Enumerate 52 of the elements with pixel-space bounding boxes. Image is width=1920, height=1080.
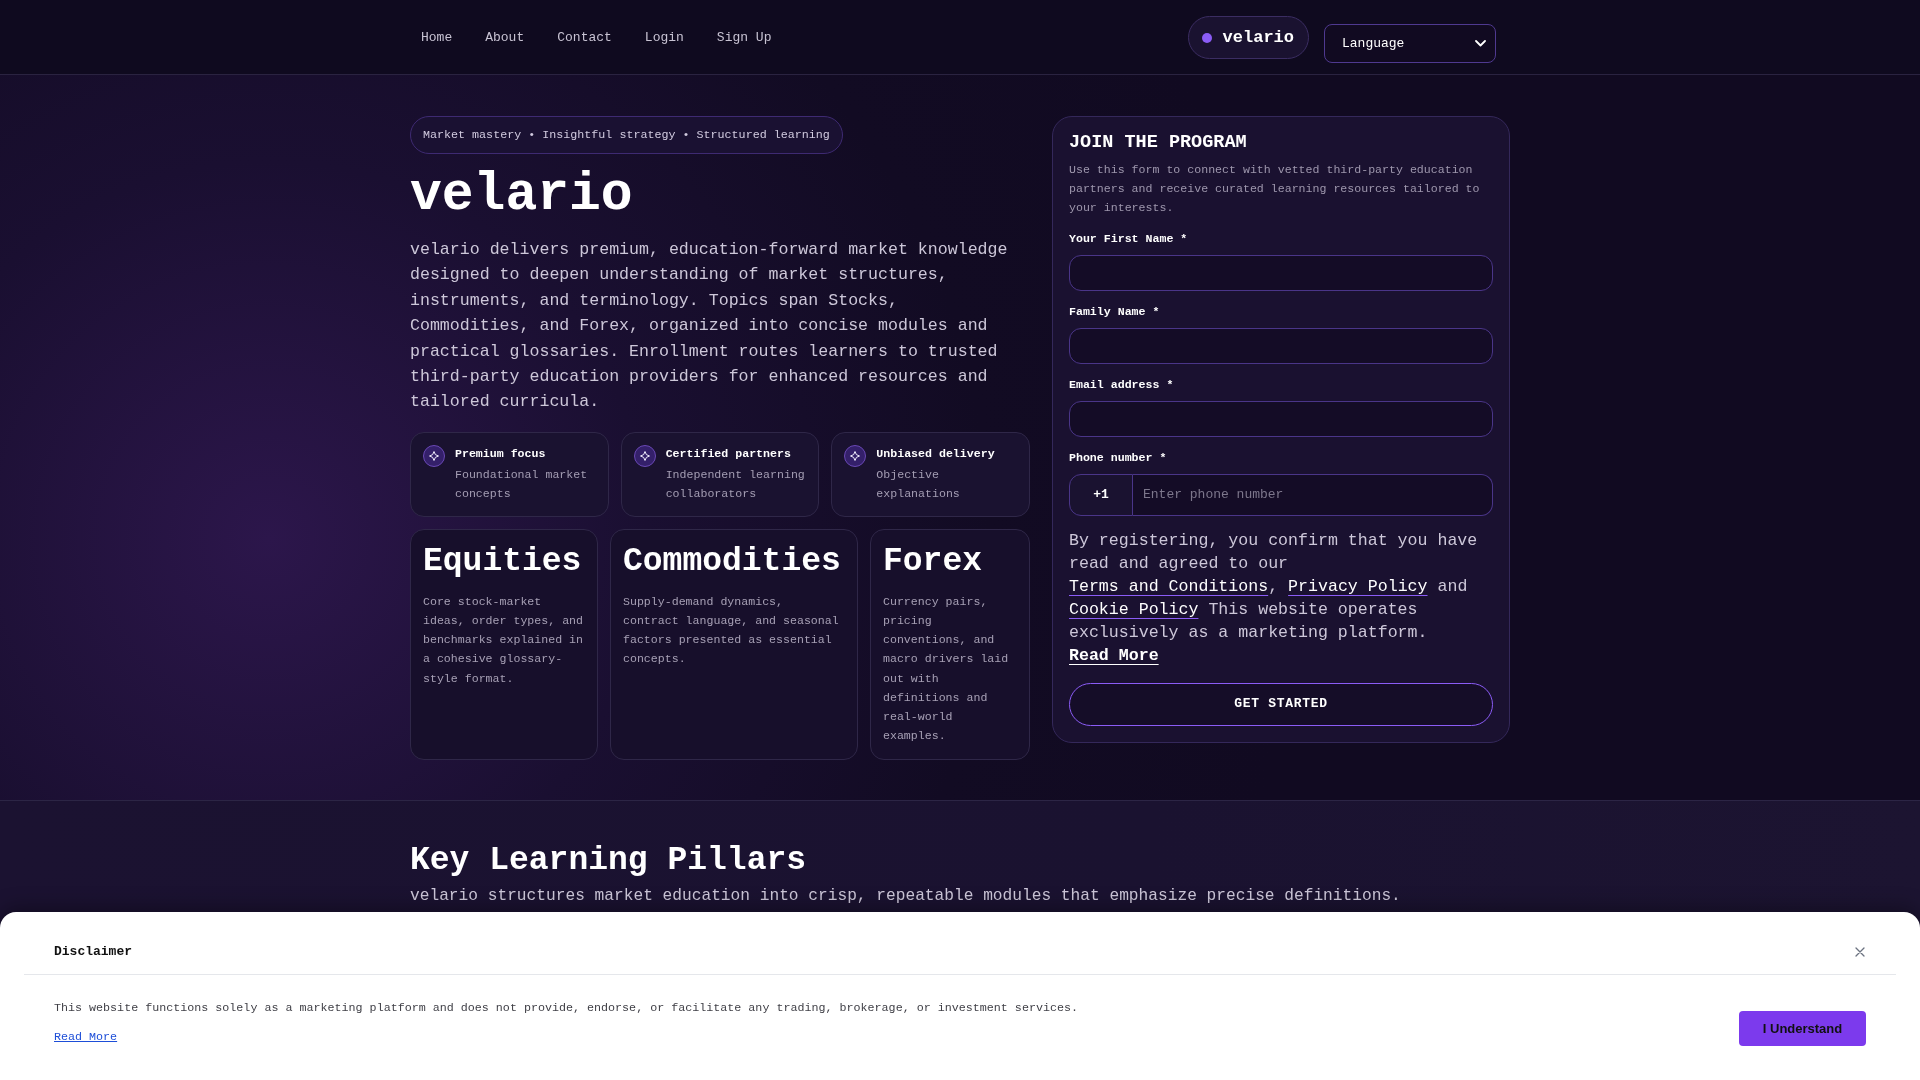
topic-description: Supply-demand dynamics, contract language, and seasonal factors presented as essential concepts. bbox=[623, 593, 840, 668]
form-description: Use this form to connect with vetted third-party education partners and receive curated learning resources tailored to your interests. bbox=[1069, 162, 1481, 217]
field-label: Family Name * bbox=[1069, 303, 1161, 320]
nav-link[interactable]: Home bbox=[410, 20, 464, 56]
nav-link[interactable]: Contact bbox=[546, 20, 623, 56]
hero-title: velario bbox=[410, 168, 633, 222]
text-input[interactable] bbox=[1069, 327, 1493, 364]
sparkle-icon bbox=[844, 444, 867, 467]
read-more-link[interactable]: Read More bbox=[1069, 645, 1159, 665]
topic-title: Forex bbox=[883, 541, 984, 582]
text-input[interactable] bbox=[1069, 400, 1493, 437]
feature-title: Premium focus bbox=[455, 445, 547, 462]
read-more-link[interactable]: Read More bbox=[54, 1028, 118, 1046]
close-button[interactable] bbox=[1854, 946, 1866, 958]
consent-text: By registering, you confirm that you have read and agreed to our Terms and Conditions, Privacy Policy and Cookie Policy This website operates exclusively as a marketing platform. Read More bbox=[1069, 529, 1479, 667]
disclaimer-text: This website functions solely as a marketing platform and does not provide, endorse, or facilitate any trading, brokerage, or investment services. bbox=[54, 1000, 1078, 1017]
feature-title: Unbiased delivery bbox=[876, 445, 996, 462]
nav-link[interactable]: Login bbox=[633, 20, 695, 56]
chevron-down-icon bbox=[1475, 40, 1486, 47]
topic-title: Equities bbox=[423, 541, 583, 582]
form-title: JOIN THE PROGRAM bbox=[1069, 131, 1248, 155]
brand-name: velario bbox=[1222, 29, 1294, 46]
language-select[interactable]: Language bbox=[1324, 24, 1496, 63]
feature-description: Independent learning collaborators bbox=[665, 466, 806, 503]
text-input[interactable] bbox=[1069, 254, 1493, 291]
sparkle-icon bbox=[633, 444, 656, 467]
field-label: Your First Name * bbox=[1069, 230, 1189, 247]
brand-logo[interactable]: velario bbox=[1187, 16, 1309, 59]
topic-description: Core stock-market ideas, order types, and benchmarks explained in a cohesive glossary-style format. bbox=[423, 593, 584, 687]
phone-input[interactable]: Enter phone number bbox=[1133, 473, 1493, 516]
nav-link[interactable]: Sign Up bbox=[705, 20, 783, 56]
feature-description: Objective explanations bbox=[876, 466, 961, 503]
text-link[interactable]: Terms and Conditions bbox=[1069, 576, 1269, 596]
topic-description: Currency pairs, pricing conventions, and macro drivers laid out with definitions and real-world examples. bbox=[883, 593, 1010, 745]
field-label: Phone number * bbox=[1069, 449, 1168, 466]
section-description: velario structures market education into crisp, repeatable modules that emphasize precise definitions. bbox=[410, 886, 1401, 908]
get-started-button[interactable]: GET STARTED bbox=[1069, 682, 1493, 726]
close-icon bbox=[1855, 947, 1865, 957]
text-link[interactable]: Cookie Policy bbox=[1069, 599, 1199, 619]
feature-description: Foundational market concepts bbox=[455, 466, 589, 503]
sparkle-icon bbox=[423, 444, 445, 467]
text-link[interactable]: Privacy Policy bbox=[1288, 576, 1428, 596]
field-label: Email address * bbox=[1069, 376, 1175, 393]
section-heading: Key Learning Pillars bbox=[410, 841, 807, 882]
dot-icon bbox=[1201, 32, 1212, 43]
country-code-button[interactable]: +1 bbox=[1069, 473, 1133, 516]
tagline-chip: Market mastery • Insightful strategy • Structured learning bbox=[410, 116, 843, 154]
nav-link[interactable]: About bbox=[474, 20, 536, 56]
feature-title: Certified partners bbox=[665, 445, 792, 462]
topic-title: Commodities bbox=[623, 541, 842, 582]
disclaimer-title: Disclaimer bbox=[54, 943, 132, 961]
hero-description: velario delivers premium, education-forward market knowledge designed to deepen understanding of market structures, instruments, and terminology. Topics span Stocks, Commodities, and Forex, organized into concise modules and practical glossaries. Enrollment routes learners to trusted third-party education providers for enhanced resources and tailored curricula. bbox=[410, 239, 1009, 414]
